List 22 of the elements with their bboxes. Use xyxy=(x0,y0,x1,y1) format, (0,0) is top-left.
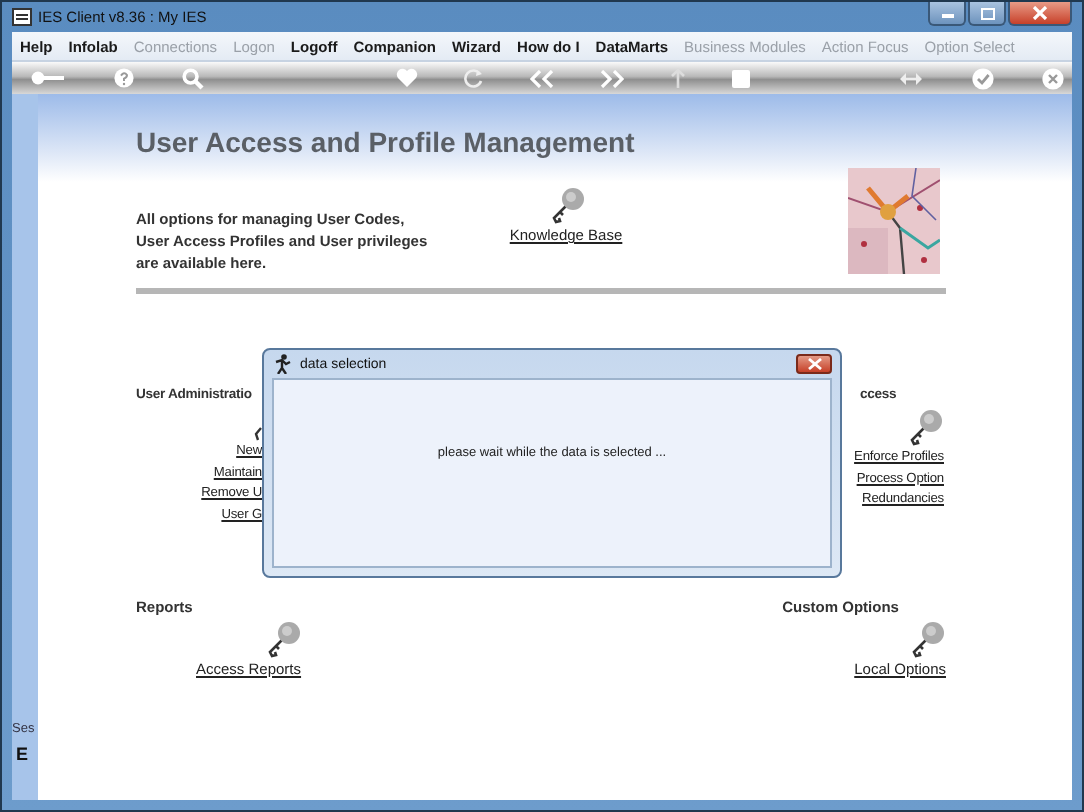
side-panel-value: E xyxy=(14,744,31,764)
forward-icon[interactable] xyxy=(600,69,624,87)
page-title: User Access and Profile Management xyxy=(134,124,637,162)
running-figure-icon xyxy=(274,354,292,374)
upload-icon[interactable] xyxy=(670,68,686,88)
maximize-button[interactable] xyxy=(968,2,1006,26)
back-icon[interactable] xyxy=(530,69,554,87)
window-icon xyxy=(12,8,32,26)
close-icon[interactable] xyxy=(1042,67,1064,89)
close-button[interactable] xyxy=(1008,2,1072,26)
heart-icon[interactable] xyxy=(396,68,418,88)
minimize-icon xyxy=(939,8,955,18)
close-icon xyxy=(1032,6,1048,20)
close-button[interactable] xyxy=(796,354,832,374)
refresh-icon[interactable] xyxy=(464,68,484,88)
search-icon[interactable] xyxy=(182,67,204,89)
check-icon[interactable] xyxy=(972,67,994,89)
minimize-button[interactable] xyxy=(928,2,966,26)
maximize-icon xyxy=(979,7,995,19)
close-icon xyxy=(807,358,821,370)
swap-icon[interactable] xyxy=(898,69,924,87)
help-icon[interactable] xyxy=(114,68,134,88)
